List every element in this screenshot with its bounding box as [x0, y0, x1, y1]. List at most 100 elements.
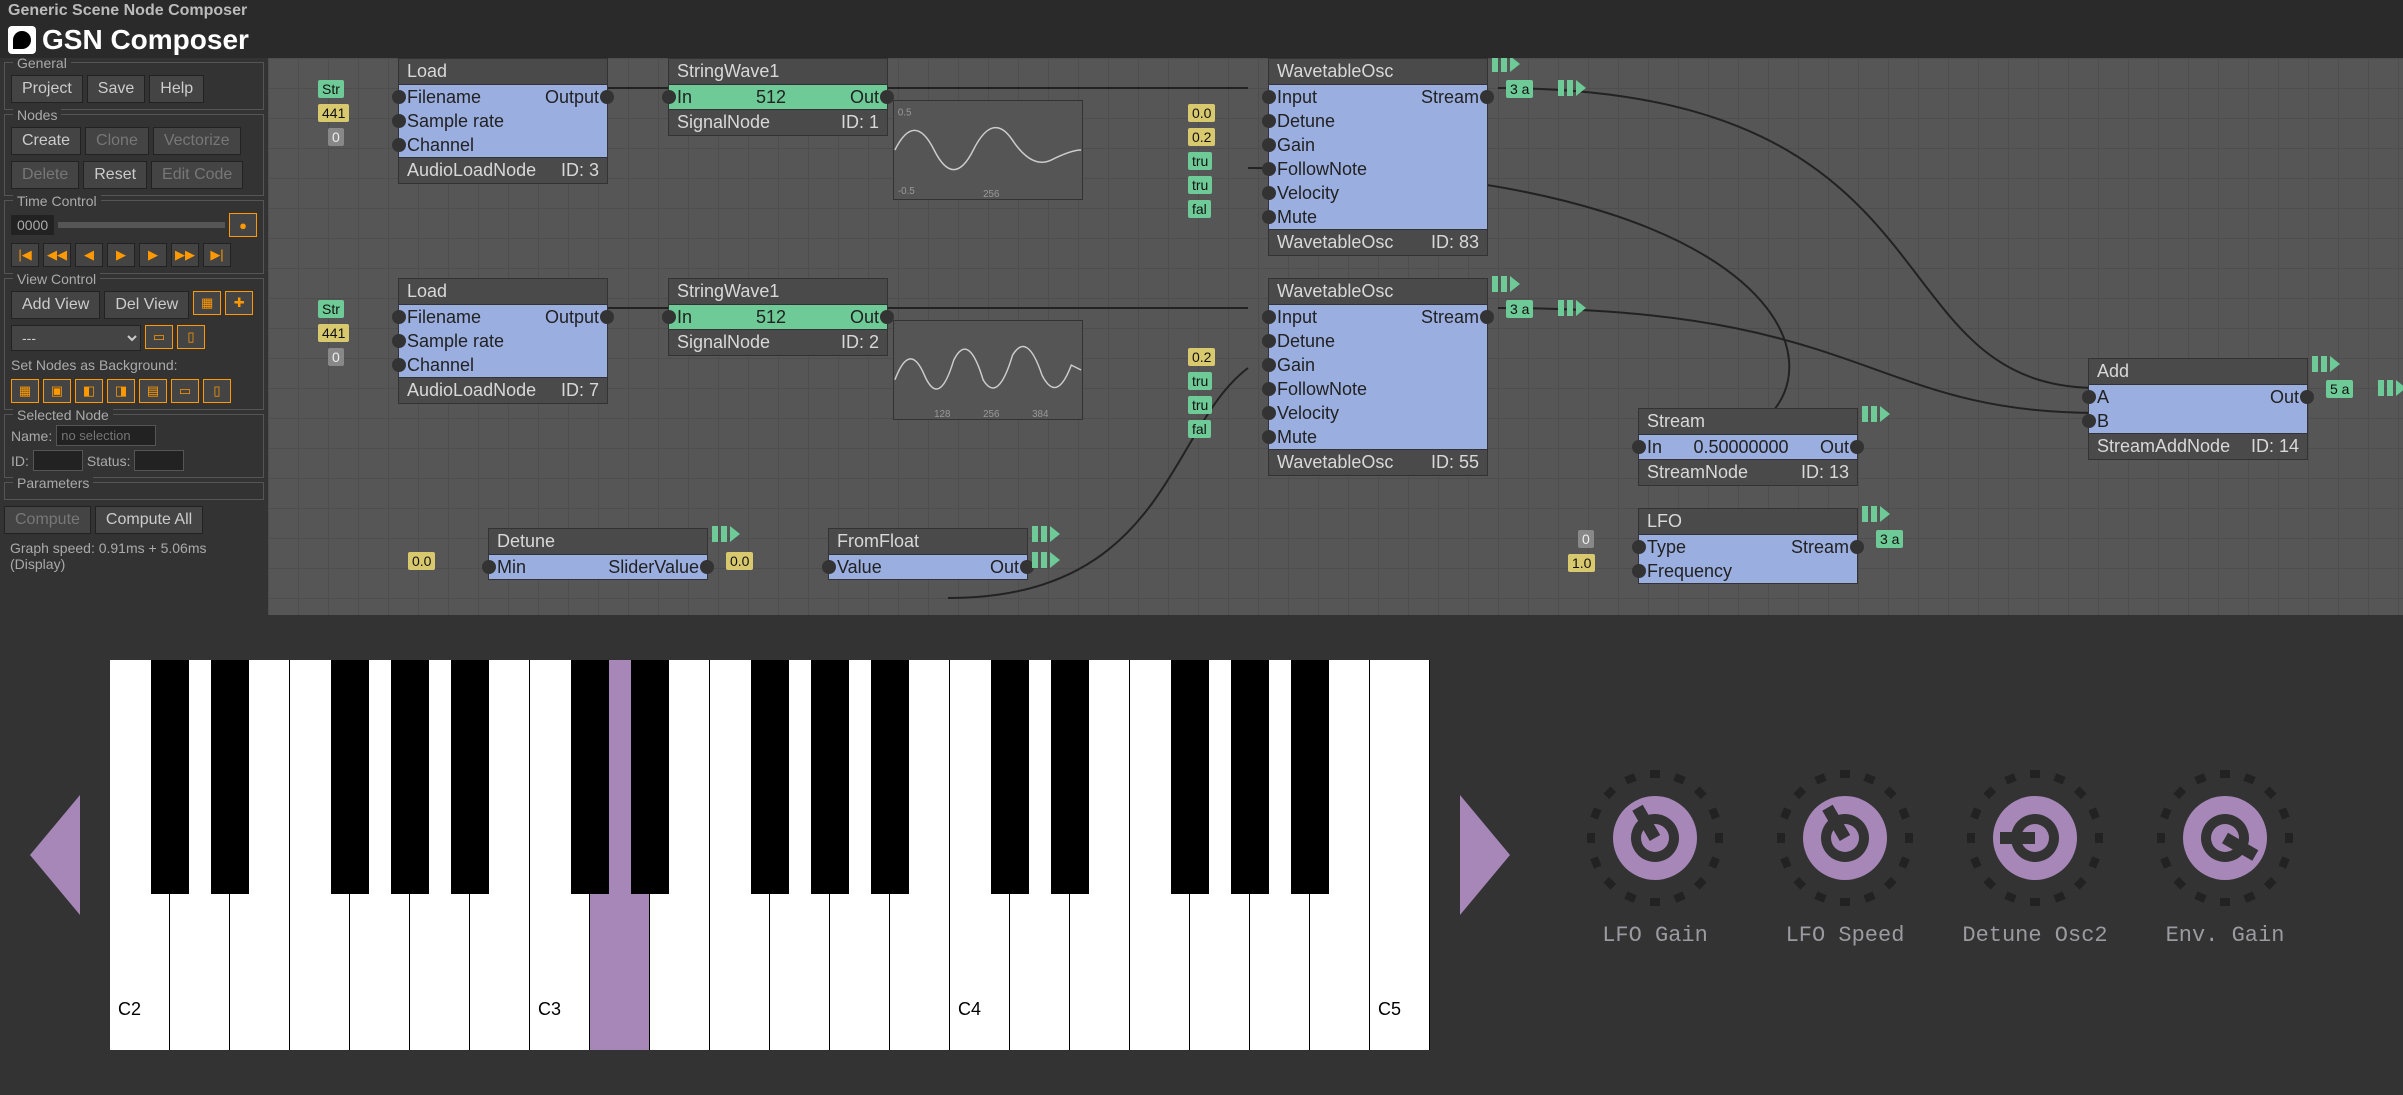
flow-out-icon — [1558, 80, 1586, 96]
time-slider[interactable] — [58, 222, 225, 228]
white-key[interactable]: C5 — [1370, 660, 1430, 1050]
black-key[interactable] — [1231, 660, 1269, 894]
reset-button[interactable]: Reset — [83, 161, 147, 189]
black-key[interactable] — [571, 660, 609, 894]
port-channel: Channel — [407, 135, 474, 156]
add-view-button[interactable]: Add View — [11, 291, 100, 319]
black-key[interactable] — [391, 660, 429, 894]
name-field[interactable] — [56, 425, 156, 446]
bg-3-icon[interactable]: ◧ — [75, 379, 103, 403]
node-lfo[interactable]: LFO TypeStream Frequency — [1638, 508, 1858, 584]
knob[interactable]: Env. Gain — [2150, 763, 2300, 948]
tag: 5 a — [2326, 380, 2353, 398]
bg-1-icon[interactable]: ▦ — [11, 379, 39, 403]
black-key[interactable] — [991, 660, 1029, 894]
black-key[interactable] — [871, 660, 909, 894]
id-field[interactable] — [33, 450, 83, 471]
time-control-title: Time Control — [13, 193, 101, 209]
bg-2-icon[interactable]: ▣ — [43, 379, 71, 403]
view-add-icon[interactable]: ✚ — [225, 291, 253, 315]
tag: Str — [318, 300, 344, 318]
black-key[interactable] — [751, 660, 789, 894]
knob[interactable]: Detune Osc2 — [1960, 763, 2110, 948]
port-output: Output — [545, 307, 599, 328]
rewind-icon[interactable]: ◀◀ — [43, 243, 71, 267]
port-follow: FollowNote — [1277, 379, 1367, 400]
black-key[interactable] — [331, 660, 369, 894]
node-title: StringWave1 — [677, 281, 779, 302]
knob[interactable]: LFO Gain — [1580, 763, 1730, 948]
skip-start-icon[interactable]: |◀ — [11, 243, 39, 267]
bg-6-icon[interactable]: ▭ — [171, 379, 199, 403]
play-icon[interactable]: ▶ — [139, 243, 167, 267]
save-button[interactable]: Save — [87, 75, 145, 103]
graph-speed-label: Graph speed: 0.91ms + 5.06ms (Display) — [4, 534, 264, 578]
vectorize-button[interactable]: Vectorize — [153, 127, 241, 155]
node-add[interactable]: Add AOut B StreamAddNodeID: 14 — [2088, 358, 2308, 460]
skip-end-icon[interactable]: ▶| — [203, 243, 231, 267]
bg-4-icon[interactable]: ◨ — [107, 379, 135, 403]
port-in: In — [677, 307, 692, 328]
octave-down-icon[interactable] — [30, 795, 80, 915]
black-key[interactable] — [1051, 660, 1089, 894]
node-load-2[interactable]: Load FilenameOutput Sample rate Channel … — [398, 278, 608, 404]
node-stringwave-2[interactable]: StringWave1 In512Out SignalNodeID: 2 — [668, 278, 888, 356]
bg-5-icon[interactable]: ▤ — [139, 379, 167, 403]
port-mute: Mute — [1277, 427, 1317, 448]
time-record-icon[interactable]: ● — [229, 213, 257, 237]
node-stringwave-1[interactable]: StringWave1 In512Out SignalNodeID: 1 — [668, 58, 888, 136]
black-key[interactable] — [1291, 660, 1329, 894]
clone-button[interactable]: Clone — [85, 127, 149, 155]
port-out: Out — [2270, 387, 2299, 408]
node-title: Load — [407, 281, 447, 302]
step-fwd-icon[interactable]: ▶ — [107, 243, 135, 267]
delete-button[interactable]: Delete — [11, 161, 79, 189]
status-field[interactable] — [134, 450, 184, 471]
tag: 0.2 — [1188, 348, 1215, 366]
node-footer: AudioLoadNode — [407, 380, 536, 401]
step-back-icon[interactable]: ◀ — [75, 243, 103, 267]
octave-up-icon[interactable] — [1460, 795, 1510, 915]
node-load-1[interactable]: Load FilenameOutput Sample rate Channel … — [398, 58, 608, 184]
ffwd-icon[interactable]: ▶▶ — [171, 243, 199, 267]
port-stream: Stream — [1421, 87, 1479, 108]
node-stream[interactable]: Stream In0.50000000Out StreamNodeID: 13 — [1638, 408, 1858, 486]
port-sliderval: SliderValue — [608, 557, 699, 578]
node-wavetableosc-1[interactable]: WavetableOsc InputStream Detune Gain Fol… — [1268, 58, 1488, 256]
black-key[interactable] — [631, 660, 669, 894]
selected-node-title: Selected Node — [13, 407, 113, 423]
view-grid-icon[interactable]: ▦ — [193, 291, 221, 315]
create-button[interactable]: Create — [11, 127, 81, 155]
node-graph-canvas[interactable]: Load FilenameOutput Sample rate Channel … — [268, 58, 2403, 615]
tag: 441 — [318, 324, 349, 342]
port-out: Out — [1820, 437, 1849, 458]
edit-code-button[interactable]: Edit Code — [151, 161, 243, 189]
black-key[interactable] — [811, 660, 849, 894]
port-detune: Detune — [1277, 111, 1335, 132]
project-button[interactable]: Project — [11, 75, 83, 103]
del-view-button[interactable]: Del View — [104, 291, 189, 319]
node-wavetableosc-2[interactable]: WavetableOsc InputStream Detune Gain Fol… — [1268, 278, 1488, 476]
general-panel-title: General — [13, 58, 71, 71]
black-key[interactable] — [1171, 660, 1209, 894]
help-button[interactable]: Help — [149, 75, 204, 103]
port-samplerate: Sample rate — [407, 111, 504, 132]
view-opt1-icon[interactable]: ▭ — [145, 325, 173, 349]
view-dropdown[interactable]: --- — [11, 325, 141, 351]
keyboard[interactable]: C2C3C4C5 — [110, 660, 1430, 1050]
knob[interactable]: LFO Speed — [1770, 763, 1920, 948]
view-opt2-icon[interactable]: ▯ — [177, 325, 205, 349]
flow-out-icon — [2378, 380, 2403, 396]
port-velocity: Velocity — [1277, 183, 1339, 204]
node-fromfloat[interactable]: FromFloat ValueOut — [828, 528, 1028, 580]
black-key[interactable] — [211, 660, 249, 894]
port-b: B — [2097, 411, 2109, 432]
node-detune[interactable]: Detune MinSliderValue — [488, 528, 708, 580]
compute-button[interactable]: Compute — [4, 506, 91, 534]
black-key[interactable] — [451, 660, 489, 894]
black-key[interactable] — [151, 660, 189, 894]
port-freq: Frequency — [1647, 561, 1732, 582]
bg-7-icon[interactable]: ▯ — [203, 379, 231, 403]
svg-text:384: 384 — [1032, 409, 1049, 419]
compute-all-button[interactable]: Compute All — [95, 506, 203, 534]
